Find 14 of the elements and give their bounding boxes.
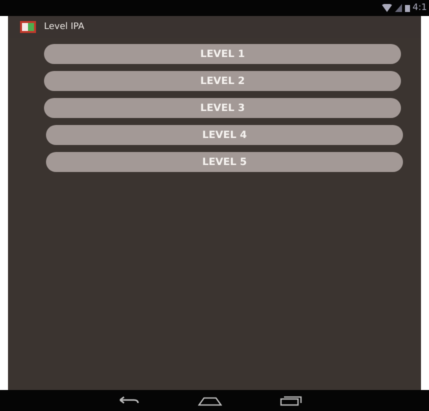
recent-apps-icon[interactable] bbox=[280, 396, 302, 406]
level-button[interactable]: LEVEL 4 bbox=[46, 125, 403, 145]
signal-icon bbox=[394, 4, 402, 12]
level-button[interactable]: LEVEL 1 bbox=[44, 44, 401, 64]
level-button[interactable]: LEVEL 3 bbox=[44, 98, 401, 118]
status-time: 4:1 bbox=[412, 3, 427, 13]
level-button[interactable]: LEVEL 2 bbox=[44, 71, 401, 91]
back-icon[interactable] bbox=[118, 396, 140, 406]
battery-icon bbox=[404, 4, 410, 12]
level-button[interactable]: LEVEL 5 bbox=[46, 152, 403, 172]
app-icon bbox=[20, 21, 36, 33]
home-icon[interactable] bbox=[198, 396, 222, 406]
app-title: Level IPA bbox=[44, 22, 84, 32]
wifi-icon bbox=[382, 4, 392, 12]
